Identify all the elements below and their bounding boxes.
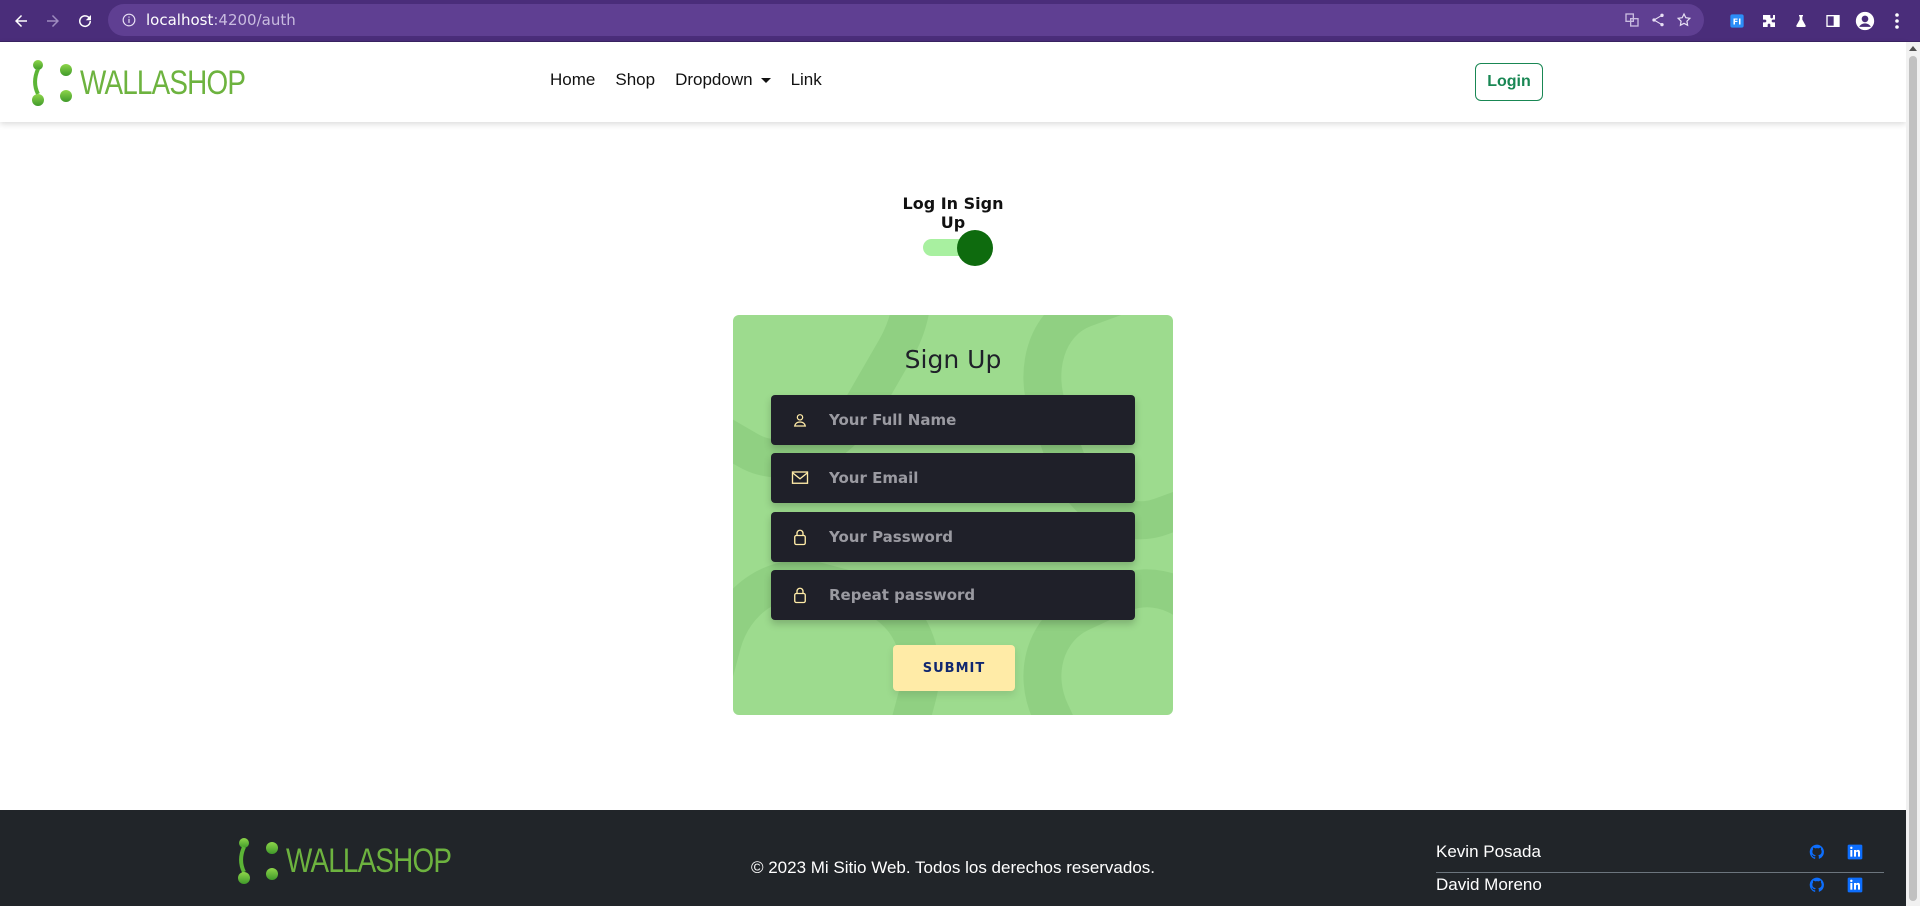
forward-button[interactable] (40, 8, 66, 34)
extension-fi-icon[interactable]: FI (1724, 8, 1750, 34)
github-icon[interactable] (1808, 843, 1826, 861)
url-path: :4200/auth (213, 11, 296, 29)
share-icon[interactable] (1650, 12, 1666, 28)
full-name-field (771, 395, 1135, 445)
scroll-up-arrow-icon[interactable] (1909, 46, 1917, 51)
url-host: localhost (146, 11, 214, 29)
repeat-password-input[interactable] (829, 586, 1109, 604)
flask-icon[interactable] (1788, 8, 1814, 34)
profile-icon[interactable] (1852, 8, 1878, 34)
address-bar[interactable]: localhost:4200/auth (108, 4, 1704, 36)
user-icon (771, 395, 829, 445)
translate-icon[interactable] (1624, 12, 1640, 28)
linkedin-icon[interactable] (1846, 876, 1864, 894)
nav-link-shop[interactable]: Shop (615, 70, 655, 90)
github-icon[interactable] (1808, 876, 1826, 894)
auth-mode-toggle[interactable] (921, 228, 993, 268)
nav-link-home[interactable]: Home (550, 70, 595, 90)
authors-list: Kevin Posada David Moreno (1436, 840, 1884, 906)
nav-dropdown-label: Dropdown (675, 70, 753, 89)
author-row: David Moreno (1436, 873, 1884, 906)
browser-chrome: localhost:4200/auth FI (0, 0, 1920, 42)
password-input[interactable] (829, 528, 1109, 546)
star-icon[interactable] (1676, 12, 1692, 28)
page-scrollbar[interactable] (1906, 42, 1920, 906)
password-field (771, 512, 1135, 562)
arrow-left-icon (15, 15, 27, 27)
nav-link-link[interactable]: Link (791, 70, 822, 90)
sidebar-icon[interactable] (1820, 8, 1846, 34)
navbar: WALLASHOP Home Shop Dropdown Link Login (0, 42, 1906, 122)
menu-icon[interactable] (1884, 8, 1910, 34)
footer-copyright: © 2023 Mi Sitio Web. Todos los derechos … (750, 858, 1156, 877)
author-name: David Moreno (1436, 875, 1542, 894)
login-button[interactable]: Login (1475, 63, 1543, 101)
svg-text:FI: FI (1733, 17, 1741, 26)
auth-toggle-label: Log In Sign Up (902, 194, 1004, 232)
card-decoration (992, 539, 1173, 715)
arrow-right-icon (47, 15, 59, 27)
logo-icon (32, 60, 72, 106)
author-row: Kevin Posada (1436, 840, 1884, 873)
linkedin-icon[interactable] (1846, 843, 1864, 861)
back-button[interactable] (8, 8, 34, 34)
signup-card: Sign Up SUBMIT (733, 315, 1173, 715)
email-field (771, 453, 1135, 503)
author-name: Kevin Posada (1436, 842, 1541, 861)
envelope-icon (771, 453, 829, 503)
lock-icon (771, 512, 829, 562)
email-input[interactable] (829, 469, 1109, 487)
nav-dropdown[interactable]: Dropdown (675, 70, 771, 90)
reload-icon (79, 15, 92, 28)
puzzle-icon[interactable] (1756, 8, 1782, 34)
scroll-thumb[interactable] (1909, 56, 1917, 901)
brand-logo[interactable]: WALLASHOP (30, 60, 281, 106)
info-icon (122, 13, 136, 27)
repeat-password-field (771, 570, 1135, 620)
toggle-knob (957, 230, 993, 266)
lock-icon (771, 570, 829, 620)
reload-button[interactable] (72, 8, 98, 34)
brand-name: WALLASHOP (80, 63, 246, 102)
full-name-input[interactable] (829, 411, 1109, 429)
signup-title: Sign Up (904, 345, 1002, 374)
caret-down-icon (760, 77, 771, 83)
nav-links: Home Shop Dropdown Link (550, 70, 822, 90)
submit-button[interactable]: SUBMIT (893, 645, 1015, 691)
